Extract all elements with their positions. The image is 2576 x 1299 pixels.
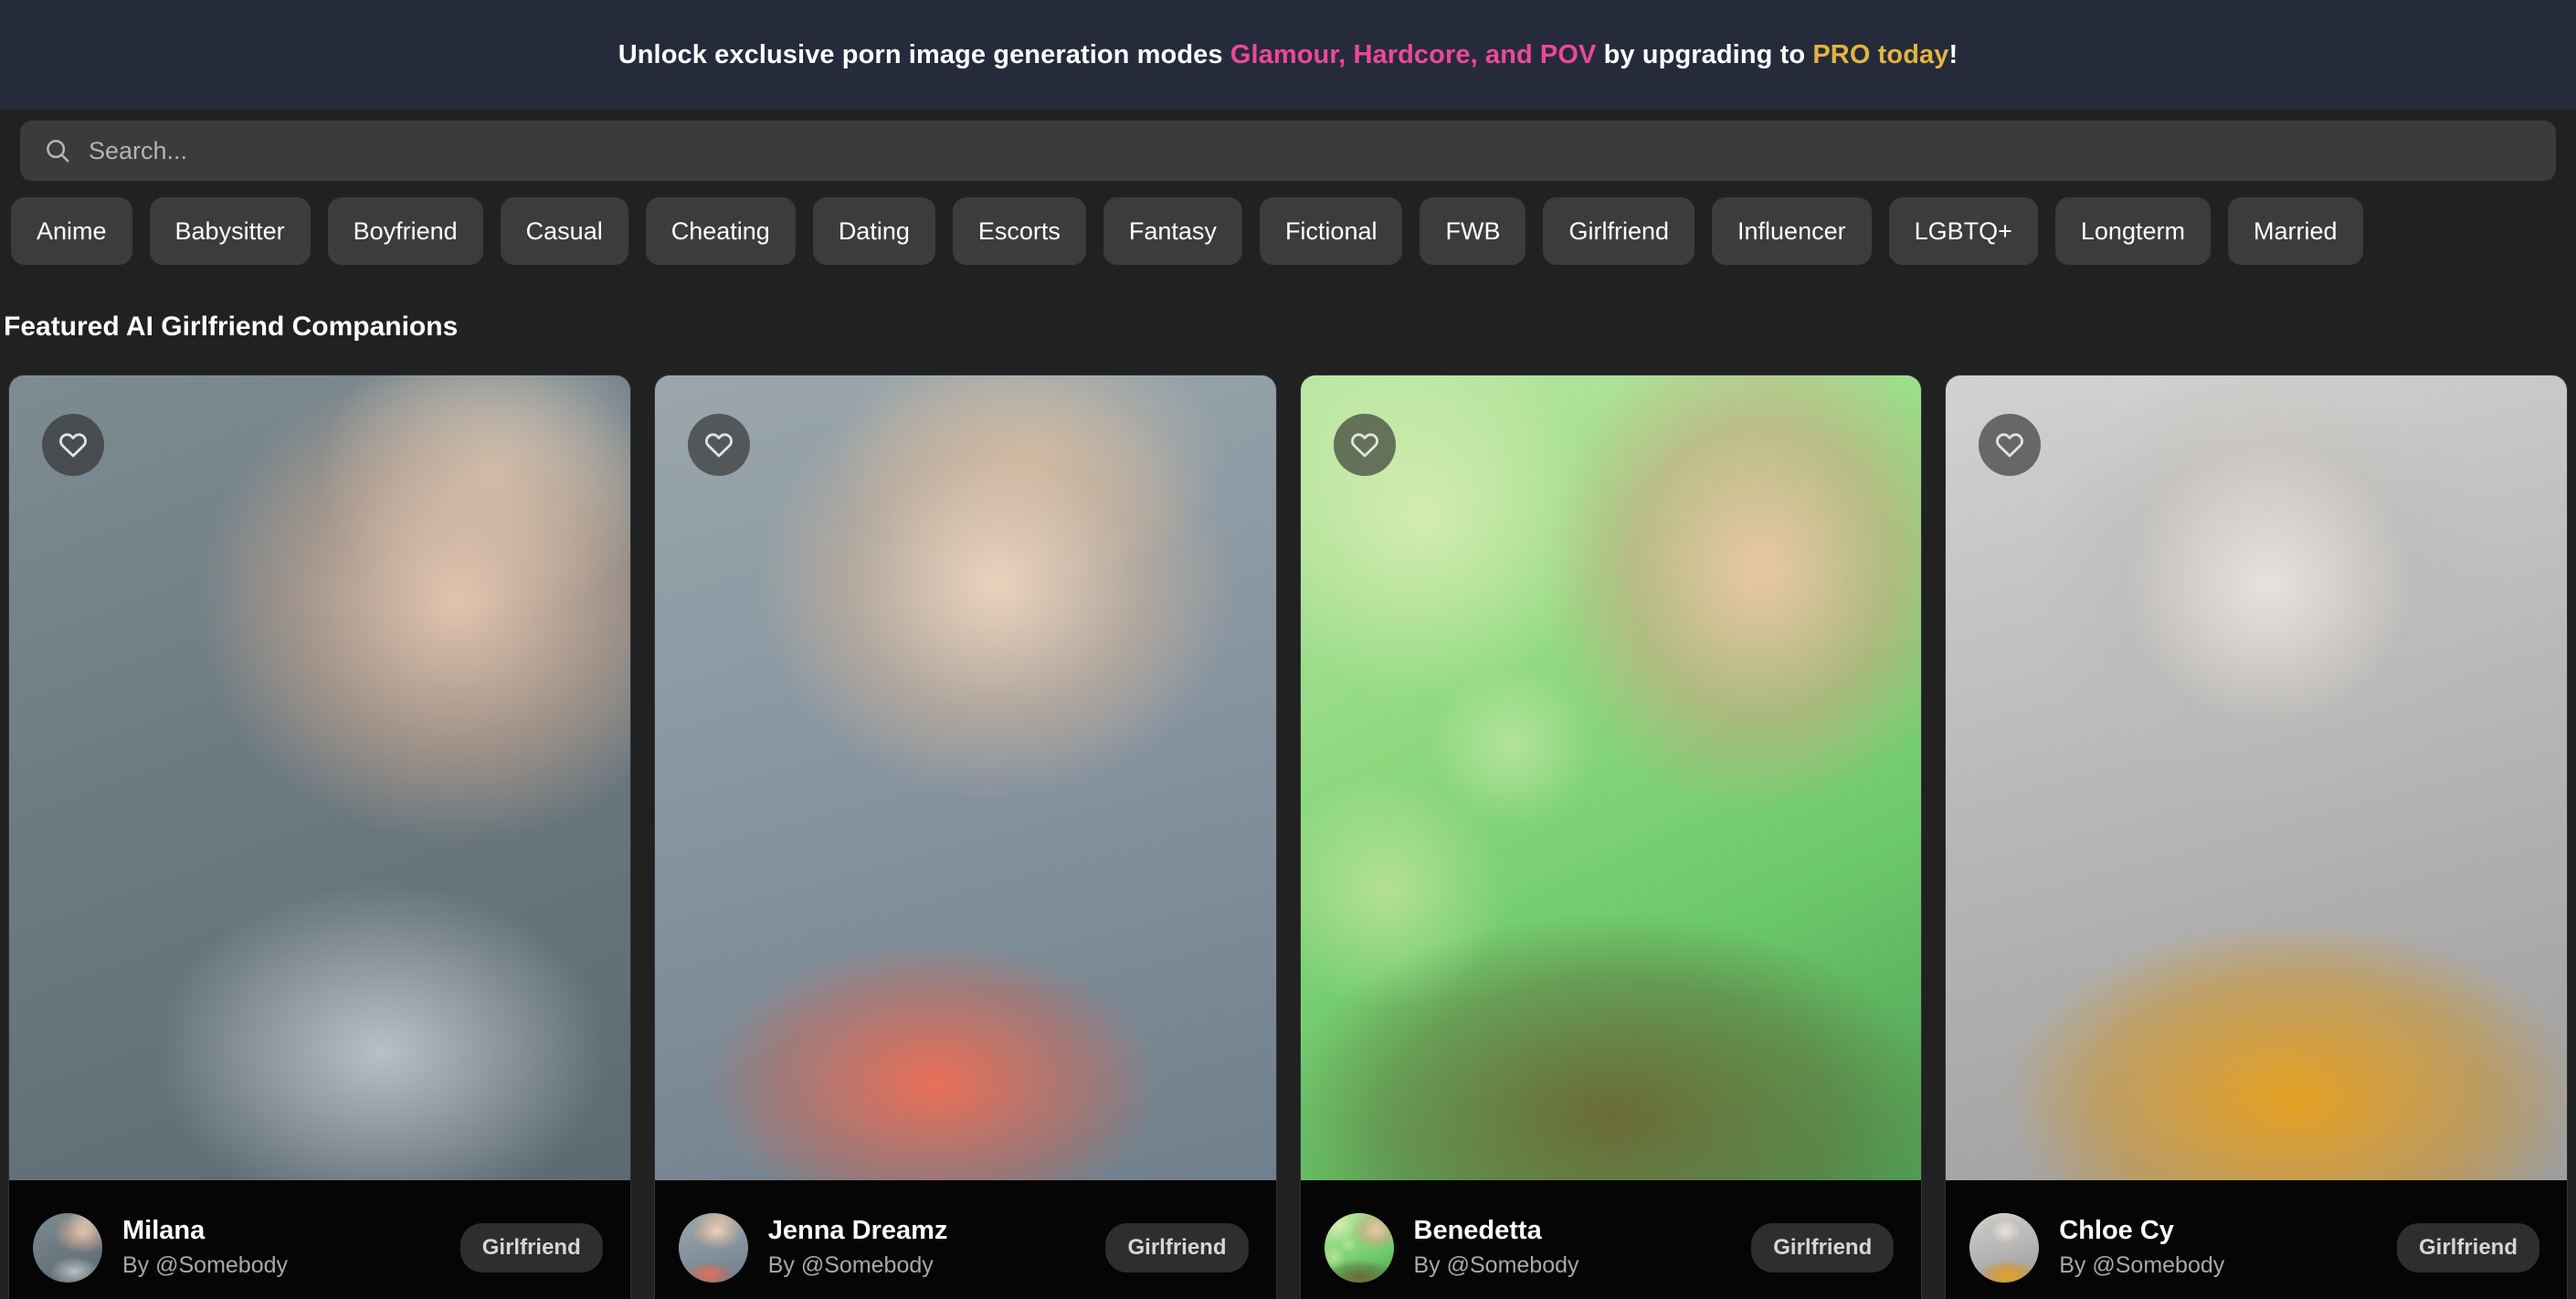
companion-photo-image [1301,375,1922,1180]
companion-tag-badge[interactable]: Girlfriend [1751,1223,1894,1273]
search-icon [44,137,71,164]
companion-meta: Chloe Cy By @Somebody [2059,1216,2377,1279]
companion-author: By @Somebody [122,1252,440,1279]
companion-tag-badge[interactable]: Girlfriend [1105,1223,1248,1273]
category-chip-boyfriend[interactable]: Boyfriend [328,197,483,265]
category-chip-escorts[interactable]: Escorts [953,197,1086,265]
category-chip-dating[interactable]: Dating [813,197,935,265]
category-chip-girlfriend[interactable]: Girlfriend [1543,197,1694,265]
companion-name: Jenna Dreamz [768,1216,1086,1246]
favorite-button[interactable] [1334,414,1396,476]
companion-author: By @Somebody [768,1252,1086,1279]
heart-icon [1349,429,1380,460]
companion-card[interactable]: Chloe Cy By @Somebody Girlfriend [1946,375,2567,1299]
companion-card-footer: Benedetta By @Somebody Girlfriend [1301,1180,1922,1299]
companion-photo-image [1946,375,2567,1180]
search-field[interactable] [20,121,2556,181]
avatar-image [679,1213,748,1283]
avatar-image [1325,1213,1394,1283]
category-chip-babysitter[interactable]: Babysitter [150,197,311,265]
favorite-button[interactable] [688,414,750,476]
companion-tag-badge[interactable]: Girlfriend [2397,1223,2539,1273]
companion-name: Milana [122,1216,440,1246]
avatar[interactable] [1325,1213,1394,1283]
category-chip-married[interactable]: Married [2228,197,2363,265]
companion-card[interactable]: Benedetta By @Somebody Girlfriend [1301,375,1922,1299]
companion-card-grid: MilanaBy @SomebodyGirlfriendJenna Dreamz… [0,375,2576,1299]
heart-icon [1994,429,2025,460]
category-chip-cheating[interactable]: Cheating [646,197,796,265]
search-input[interactable] [89,121,2532,181]
category-chip-fictional[interactable]: Fictional [1260,197,1403,265]
companion-card-footer: Chloe Cy By @Somebody Girlfriend [1946,1180,2567,1299]
companion-photo-image [655,375,1276,1180]
promo-lead-text: Unlock exclusive porn image generation m… [618,40,1230,69]
category-chip-lgbtq[interactable]: LGBTQ+ [1889,197,2038,265]
companion-card-footer: Milana By @Somebody Girlfriend [9,1180,630,1299]
heart-icon [58,429,89,460]
page-title: Featured AI Girlfriend Companions [0,309,2576,345]
companion-photo[interactable] [1301,375,1922,1180]
search-section [0,110,2576,181]
companion-meta: Benedetta By @Somebody [1414,1216,1732,1279]
companion-name: Benedetta [1414,1216,1732,1246]
companion-name: Chloe Cy [2059,1216,2377,1246]
promo-trailing-text: ! [1949,40,1958,69]
companion-photo[interactable] [655,375,1276,1180]
avatar[interactable] [33,1213,102,1283]
category-chip-influencer[interactable]: Influencer [1712,197,1872,265]
category-chips-row[interactable]: Anime BabysitterBoyfriend Casual CheatingDa… [0,197,2576,265]
avatar[interactable] [679,1213,748,1283]
promo-banner-text: Unlock exclusive porn image generation m… [618,40,1958,70]
promo-pro-text: PRO today [1812,40,1948,69]
avatar-image [33,1213,102,1283]
companion-card-footer: Jenna Dreamz By @Somebody Girlfriend [655,1180,1276,1299]
category-chip-casual[interactable]: Casual [501,197,628,265]
companion-tag-badge[interactable]: Girlfriend [460,1223,603,1273]
promo-banner[interactable]: Unlock exclusive porn image generation m… [0,0,2576,110]
favorite-button[interactable] [42,414,104,476]
companion-photo[interactable] [1946,375,2567,1180]
heart-icon [703,429,734,460]
companion-author: By @Somebody [1414,1252,1732,1279]
promo-modes-text: Glamour, Hardcore, and POV [1230,40,1597,69]
promo-middle-text: by upgrading to [1596,40,1812,69]
companion-photo[interactable] [9,375,630,1180]
companion-photo-image [9,375,630,1180]
companion-meta: Milana By @Somebody [122,1216,440,1279]
avatar-image [1969,1213,2039,1283]
category-chip-fantasy[interactable]: Fantasy [1103,197,1242,265]
companion-author: By @Somebody [2059,1252,2377,1279]
companion-meta: Jenna Dreamz By @Somebody [768,1216,1086,1279]
companion-card[interactable]: Milana By @Somebody Girlfriend [9,375,630,1299]
favorite-button[interactable] [1979,414,2041,476]
category-chip-longterm[interactable]: Longterm [2055,197,2211,265]
category-chip-anime[interactable]: Anime [11,197,132,265]
category-chip-fwb[interactable]: FWB [1420,197,1526,265]
avatar[interactable] [1969,1213,2039,1283]
companion-card[interactable]: Jenna Dreamz By @Somebody Girlfriend [655,375,1276,1299]
